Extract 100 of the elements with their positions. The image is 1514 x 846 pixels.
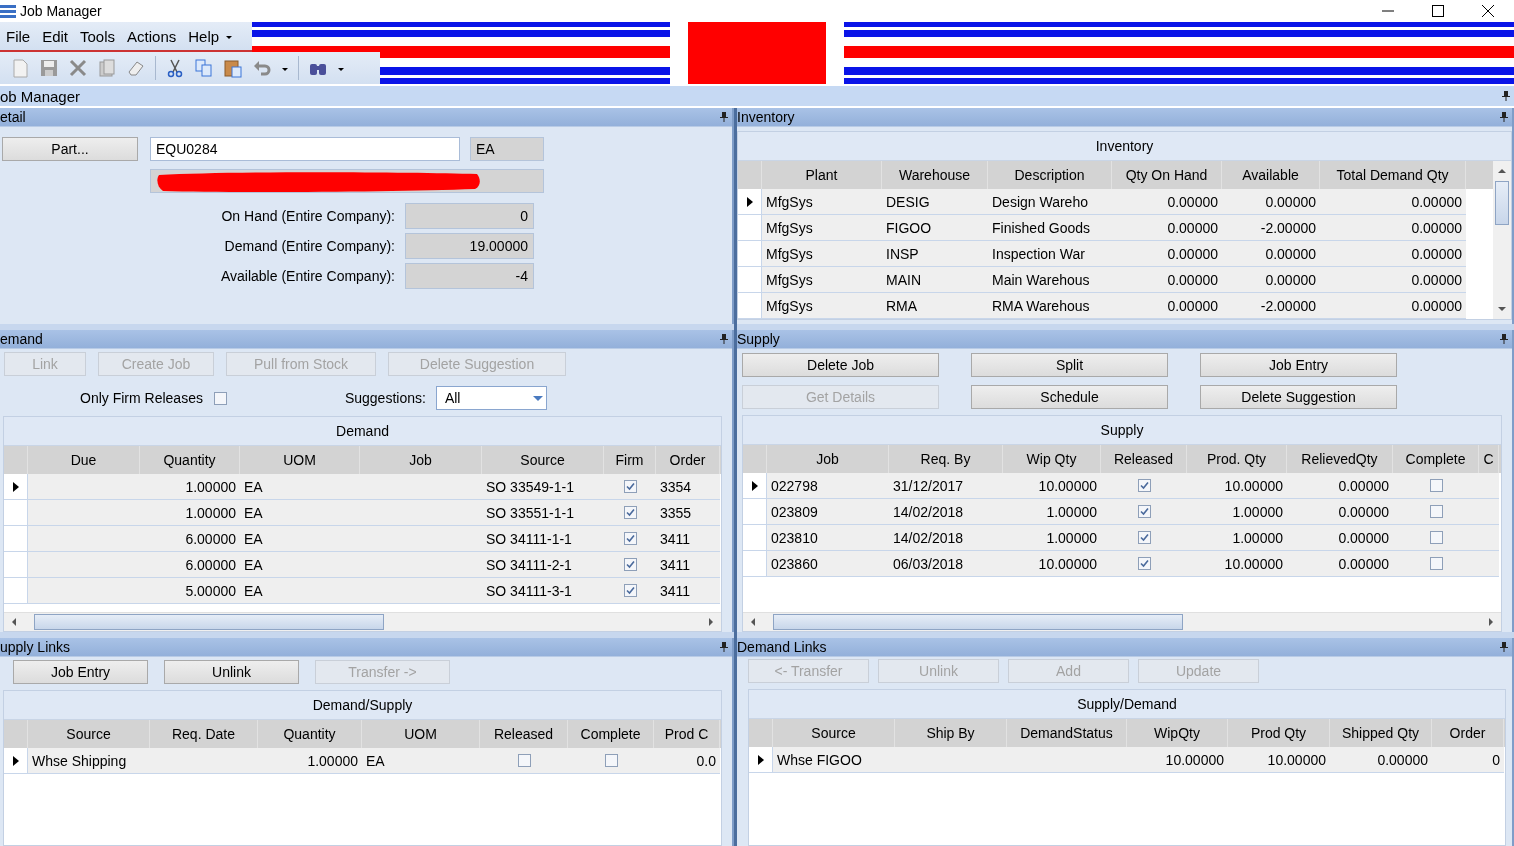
pin-icon[interactable] [1500,112,1508,122]
value-field: -4 [405,263,534,289]
pin-icon[interactable] [1500,642,1508,652]
table-cell: 022798 [767,473,889,499]
button[interactable]: Job Entry [13,660,148,684]
checkbox[interactable] [604,754,618,767]
scrollbar-thumb[interactable] [773,614,1183,630]
table-cell: Whse FIGOO [773,747,895,773]
table-cell: 0.00000 [1320,241,1466,267]
table-cell: 6.00000 [140,552,240,578]
pin-icon[interactable] [1500,334,1508,344]
table-caption: Supply/Demand [749,690,1505,719]
clipboard-icon[interactable] [97,58,117,78]
table-caption: Demand/Supply [4,691,721,720]
table-cell: RMA Warehous [988,293,1112,319]
table-cell: EA [240,526,360,552]
menu-item[interactable]: Actions [121,27,183,45]
pin-icon[interactable] [1502,91,1510,101]
table-cell: 3411 [656,578,720,604]
checkbox[interactable] [1137,557,1151,570]
table-cell: 1.00000 [1187,525,1287,551]
table-cell: 0.00000 [1320,267,1466,293]
table-cell: 14/02/2018 [889,499,1003,525]
copy-icon[interactable] [194,58,214,78]
table-cell: 1.00000 [1003,499,1101,525]
button[interactable]: Unlink [164,660,299,684]
menu-item[interactable]: Edit [36,27,75,45]
table-cell: 14/02/2018 [889,525,1003,551]
checkbox[interactable] [623,480,637,493]
table-cell: MfgSys [762,293,882,319]
table-cell: EA [240,474,360,500]
checkbox[interactable] [623,506,637,519]
checkbox[interactable] [517,754,531,767]
panel-title: Inventory [737,109,795,125]
table-cell: 3411 [656,526,720,552]
button[interactable]: Part... [2,137,138,161]
button[interactable]: Schedule [971,385,1168,409]
checkbox[interactable] [1429,557,1443,570]
menu-item[interactable]: Tools [74,27,122,45]
cut-icon[interactable] [165,58,185,78]
button[interactable]: Split [971,353,1168,377]
table-cell: 0.00000 [1287,499,1393,525]
row-indicator[interactable] [743,473,767,499]
table-cell: 10.00000 [1003,473,1101,499]
horizontal-scrollbar[interactable] [743,612,1501,631]
checkbox[interactable] [623,532,637,545]
button[interactable]: Delete Job [742,353,939,377]
panel-title: emand [0,331,43,347]
row-indicator[interactable] [749,747,773,773]
button[interactable]: Delete Suggestion [1200,385,1397,409]
table-cell: 3411 [656,552,720,578]
part-field[interactable]: EQU0284 [150,137,460,161]
table-cell: 0.00000 [1222,189,1320,215]
checkbox[interactable] [1137,505,1151,518]
close-icon[interactable] [1482,5,1494,17]
row-indicator[interactable] [738,189,762,215]
scrollbar-thumb[interactable] [1495,181,1509,225]
table-cell: 0.00000 [1222,267,1320,293]
table-cell: FIGOO [882,215,988,241]
suggestions-dropdown[interactable]: All [435,386,547,410]
table-cell: 023860 [767,551,889,577]
horizontal-scrollbar[interactable] [4,612,721,631]
checkbox[interactable] [213,391,227,405]
menu-item[interactable]: Help [182,27,226,45]
field-label: Demand (Entire Company): [223,238,396,254]
delete-icon[interactable] [68,58,88,78]
checkbox[interactable] [1429,505,1443,518]
checkbox[interactable] [1429,479,1443,492]
pin-icon[interactable] [720,334,728,344]
table-cell: 10.00000 [1127,747,1228,773]
row-indicator[interactable] [4,474,28,500]
table-caption: Demand [4,417,721,446]
field-label: Available (Entire Company): [219,268,396,284]
row-indicator[interactable] [4,748,28,774]
maximize-icon[interactable] [1432,5,1444,17]
vertical-scrollbar[interactable] [1493,161,1511,319]
checkbox[interactable] [1137,479,1151,492]
table-cell: 3355 [656,500,720,526]
table-cell: 1.00000 [258,748,362,774]
table-cell: Whse Shipping [28,748,150,774]
checkbox[interactable] [623,584,637,597]
table-cell: 5.00000 [140,578,240,604]
scrollbar-thumb[interactable] [34,614,384,630]
table-cell: 0.00000 [1320,293,1466,319]
panel-title: Supply [737,331,780,347]
pin-icon[interactable] [720,642,728,652]
panel-title: etail [0,109,26,125]
table-cell: Inspection War [988,241,1112,267]
table-cell: Main Warehous [988,267,1112,293]
menu-item[interactable]: File [0,27,37,45]
table-cell: MfgSys [762,215,882,241]
checkbox[interactable] [1429,531,1443,544]
table-cell: -2.00000 [1222,293,1320,319]
table-cell: 023810 [767,525,889,551]
checkbox[interactable] [1137,531,1151,544]
checkbox[interactable] [623,558,637,571]
button[interactable]: Job Entry [1200,353,1397,377]
paste-icon[interactable] [223,58,243,78]
pin-icon[interactable] [720,112,728,122]
table-cell: 6.00000 [140,526,240,552]
